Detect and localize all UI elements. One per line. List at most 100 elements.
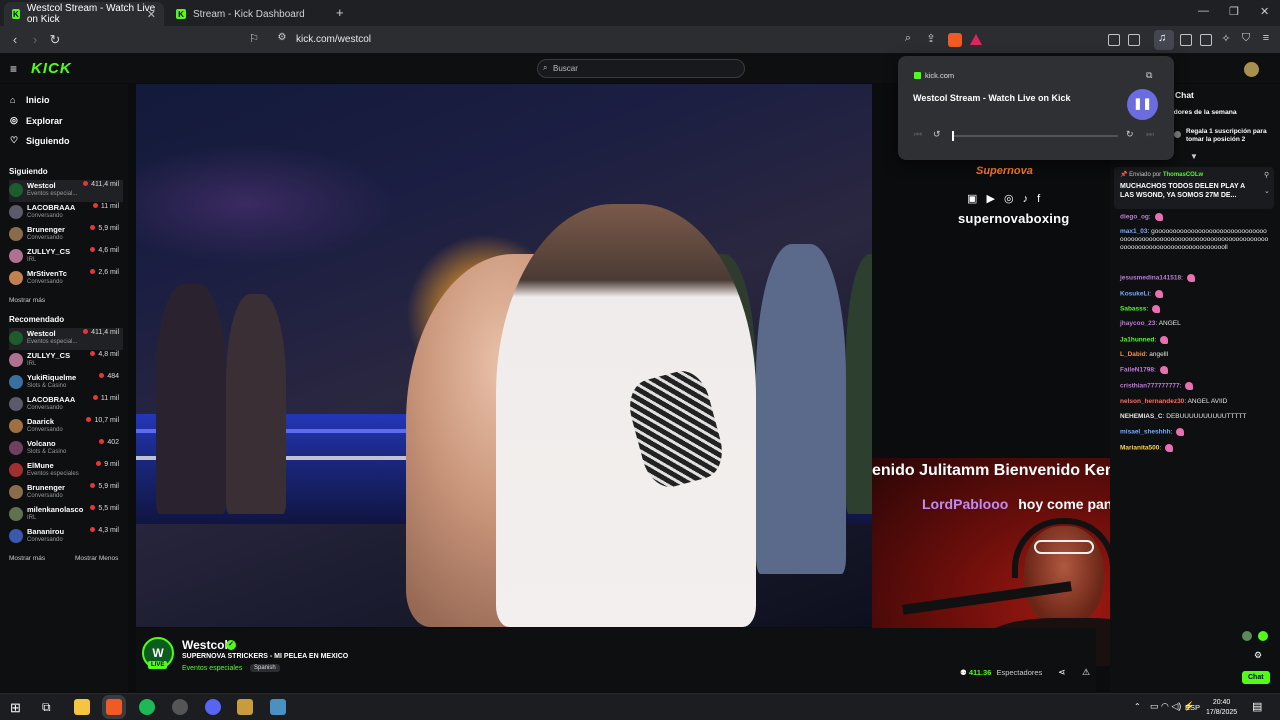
- sidebar-item-siguiendo[interactable]: ♡ Siguiendo: [10, 135, 70, 146]
- input-language[interactable]: ESP: [1185, 703, 1200, 712]
- share-icon[interactable]: ⇪: [923, 32, 939, 45]
- progress-thumb[interactable]: [952, 131, 954, 141]
- recommended-show-less[interactable]: Mostrar Menos: [75, 555, 118, 562]
- next-track-icon[interactable]: ⏭: [1146, 129, 1154, 140]
- discord-icon[interactable]: [205, 699, 221, 715]
- file-explorer-icon[interactable]: [74, 699, 90, 715]
- brave-rewards-icon[interactable]: [970, 34, 982, 45]
- extensions-icon[interactable]: [1108, 34, 1120, 46]
- reload-icon[interactable]: ↻: [47, 32, 63, 48]
- sidebar-item-inicio[interactable]: ⌂ Inicio: [10, 95, 50, 105]
- channel-name: Bananirou: [27, 527, 65, 536]
- chat-username[interactable]: L_Dabid: [1120, 351, 1146, 358]
- video-player[interactable]: [136, 84, 872, 627]
- stream-category[interactable]: Eventos especiales: [182, 665, 242, 672]
- leo-ai-icon[interactable]: ✧: [1218, 32, 1234, 45]
- chat-username[interactable]: Ja1hunned: [1120, 337, 1154, 344]
- tab-dashboard[interactable]: K Stream - Kick Dashboard: [168, 2, 328, 26]
- new-tab-button[interactable]: +: [336, 5, 344, 20]
- chat-settings-icon[interactable]: ⚙: [1254, 650, 1262, 661]
- chat-username[interactable]: misael_sheshhh: [1120, 429, 1171, 436]
- sidebar-channel-westcol[interactable]: Westcol Eventos especial... 411,4 mil: [9, 328, 123, 350]
- sidebar-channel-milenkanolasco[interactable]: milenkanolasco IRL 5,5 mil: [9, 504, 123, 526]
- sidebar-channel-lacobraaa[interactable]: LACOBRAAA Conversando 11 mil: [9, 202, 123, 224]
- report-icon[interactable]: ⚠: [1082, 667, 1090, 678]
- sidebar-channel-bananirou[interactable]: Bananirou Conversando 4,3 mil: [9, 526, 123, 548]
- chat-username[interactable]: KosukeLi: [1120, 291, 1149, 298]
- sidebar-icon[interactable]: [1180, 34, 1192, 46]
- pause-button[interactable]: ❚❚: [1127, 89, 1158, 120]
- sidebar-channel-mrstiventc[interactable]: MrStivenTc Conversando 2,6 mil: [9, 268, 123, 290]
- windows-start-icon[interactable]: ⊞: [10, 700, 21, 716]
- brave-shield-icon[interactable]: [948, 33, 962, 47]
- tab-westcol[interactable]: K Westcol Stream - Watch Live on Kick ✕: [4, 2, 164, 26]
- url-field[interactable]: kick.com/westcol: [296, 34, 371, 45]
- channel-viewers: 2,6 mil: [90, 269, 119, 276]
- chat-username[interactable]: jhaycoo_23: [1120, 320, 1155, 327]
- rewind-icon[interactable]: ↺: [933, 129, 941, 140]
- forward-icon[interactable]: ↻: [1126, 129, 1134, 140]
- sidebar-channel-zullyy_cs[interactable]: ZULLYY_CS IRL 4,8 mil: [9, 350, 123, 372]
- chat-username[interactable]: jesusmedina141518: [1120, 275, 1181, 282]
- chat-username[interactable]: max1_03: [1120, 228, 1147, 235]
- unpin-icon[interactable]: ⚲: [1264, 171, 1269, 179]
- sidebar-item-explorar[interactable]: ◎ Explorar: [10, 115, 63, 126]
- gift-sub-banner[interactable]: Regala 1 suscripción para tomar la posic…: [1174, 128, 1267, 144]
- chat-username[interactable]: cristhian777777777: [1120, 383, 1180, 390]
- app-icon[interactable]: [270, 699, 286, 715]
- forward-icon[interactable]: ›: [27, 32, 43, 47]
- language-tag[interactable]: Spanish: [250, 664, 280, 672]
- streamer-name[interactable]: Westcol: [182, 638, 228, 652]
- notifications-icon[interactable]: ▤: [1252, 700, 1262, 713]
- chat-send-button[interactable]: Chat: [1242, 671, 1270, 684]
- emote-icon[interactable]: [1242, 631, 1252, 641]
- screenshot-icon[interactable]: [1128, 34, 1140, 46]
- chat-username[interactable]: diego_og: [1120, 214, 1149, 221]
- chat-username[interactable]: Marianita500: [1120, 445, 1159, 452]
- restore-icon[interactable]: ❐: [1229, 5, 1239, 18]
- chat-username[interactable]: nelson_hernandez30: [1120, 398, 1184, 405]
- site-info-icon[interactable]: ⚙: [274, 32, 290, 43]
- sidebar-channel-elmune[interactable]: ElMune Eventos especiales 9 mil: [9, 460, 123, 482]
- chat-username[interactable]: FaileN1798: [1120, 367, 1154, 374]
- kick-emote-icon[interactable]: [1258, 631, 1268, 641]
- sidebar-channel-volcano[interactable]: Volcano Slots & Casino 402: [9, 438, 123, 460]
- obs-icon[interactable]: [172, 699, 188, 715]
- back-icon[interactable]: ‹: [7, 32, 23, 47]
- hamburger-menu-icon[interactable]: ≡: [10, 62, 17, 76]
- brave-browser-icon[interactable]: [106, 699, 122, 715]
- league-client-icon[interactable]: [237, 699, 253, 715]
- user-avatar[interactable]: [1244, 62, 1259, 77]
- sidebar-channel-lacobraaa[interactable]: LACOBRAAA Conversando 11 mil: [9, 394, 123, 416]
- chat-username[interactable]: Sabasss: [1120, 306, 1146, 313]
- recommended-show-more[interactable]: Mostrar más: [9, 555, 45, 562]
- close-window-icon[interactable]: ✕: [1260, 5, 1269, 18]
- sidebar-channel-yukiriquelme[interactable]: YukiRiquelme Slots & Casino 484: [9, 372, 123, 394]
- kick-logo[interactable]: KICK: [31, 60, 72, 77]
- sidebar-channel-westcol[interactable]: Westcol Eventos especial... 411,4 mil: [9, 180, 123, 202]
- vpn-shield-icon[interactable]: ⛉: [1238, 32, 1254, 45]
- system-clock[interactable]: 20:40 17/8/2025: [1206, 698, 1237, 718]
- spotify-icon[interactable]: [139, 699, 155, 715]
- menu-icon[interactable]: ≡: [1258, 32, 1274, 44]
- close-tab-icon[interactable]: ✕: [147, 8, 156, 21]
- wallet-icon[interactable]: [1200, 34, 1212, 46]
- sidebar-channel-daarick[interactable]: Daarick Conversando 10,7 mil: [9, 416, 123, 438]
- sidebar-channel-brunenger[interactable]: Brunenger Conversando 5,9 mil: [9, 224, 123, 246]
- task-view-icon[interactable]: ⧉: [42, 700, 51, 715]
- media-progress[interactable]: [952, 131, 1118, 141]
- sidebar-channel-zullyy_cs[interactable]: ZULLYY_CS IRL 4,6 mil: [9, 246, 123, 268]
- minimize-icon[interactable]: —: [1198, 5, 1209, 17]
- search-input[interactable]: ⌕ Buscar: [537, 59, 745, 78]
- zoom-icon[interactable]: ⌕: [900, 32, 916, 45]
- following-show-more[interactable]: Mostrar más: [9, 297, 45, 304]
- previous-track-icon[interactable]: ⏮: [914, 129, 922, 140]
- tray-chevron-icon[interactable]: ⌃: [1134, 702, 1141, 711]
- expand-icon[interactable]: ▼: [1190, 152, 1198, 161]
- chat-username[interactable]: NEHEMIAS_C: [1120, 413, 1163, 420]
- picture-in-picture-icon[interactable]: ⧉: [1146, 70, 1152, 81]
- share-stream-icon[interactable]: ⋖: [1058, 667, 1066, 678]
- bookmark-icon[interactable]: ⚐: [246, 32, 262, 45]
- collapse-icon[interactable]: ⌄: [1264, 187, 1270, 195]
- sidebar-channel-brunenger[interactable]: Brunenger Conversando 5,9 mil: [9, 482, 123, 504]
